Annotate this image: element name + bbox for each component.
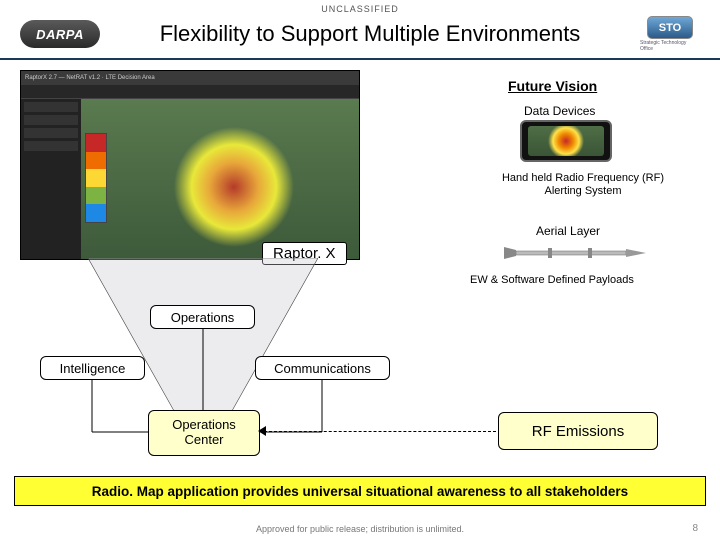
arrow-left-icon <box>258 426 266 436</box>
rf-heatmap <box>81 99 359 259</box>
center-line2: Center <box>184 433 223 448</box>
node-operations: Operations <box>150 305 255 329</box>
classification-label: UNCLASSIFIED <box>0 0 720 16</box>
missile-icon <box>498 246 648 260</box>
darpa-logo: DARPA <box>20 20 100 48</box>
summary-banner: Radio. Map application provides universa… <box>14 476 706 506</box>
data-devices-label: Data Devices <box>524 104 595 118</box>
node-intelligence: Intelligence <box>40 356 145 380</box>
aerial-layer-label: Aerial Layer <box>536 224 600 238</box>
app-sidebar <box>21 99 81 259</box>
app-toolbar <box>21 85 359 99</box>
slide-header: DARPA Flexibility to Support Multiple En… <box>0 16 720 60</box>
heatmap-legend <box>85 133 107 223</box>
ew-payloads-label: EW & Software Defined Payloads <box>470 274 634 286</box>
center-line1: Operations <box>172 418 236 433</box>
sto-logo: STO Strategic Technology Office <box>640 16 700 52</box>
sto-badge: STO <box>647 16 693 39</box>
window-title: RaptorX 2.7 — NetRAT v1.2 · LTE Decision… <box>25 75 155 81</box>
node-operations-center: Operations Center <box>148 410 260 456</box>
rf-emissions-box: RF Emissions <box>498 412 658 450</box>
sto-subtitle: Strategic Technology Office <box>640 40 700 52</box>
future-vision-title: Future Vision <box>508 78 597 94</box>
slide-title: Flexibility to Support Multiple Environm… <box>100 21 640 47</box>
node-communications: Communications <box>255 356 390 380</box>
slide-body: RaptorX 2.7 — NetRAT v1.2 · LTE Decision… <box>0 60 720 480</box>
handheld-device-icon <box>520 120 612 162</box>
release-statement: Approved for public release; distributio… <box>0 524 720 534</box>
dashed-connector <box>264 431 496 432</box>
page-number: 8 <box>692 523 698 534</box>
raptorx-label: Raptor. X <box>262 242 347 265</box>
raptorx-screenshot: RaptorX 2.7 — NetRAT v1.2 · LTE Decision… <box>20 70 360 260</box>
handheld-caption: Hand held Radio Frequency (RF) Alerting … <box>498 172 668 198</box>
